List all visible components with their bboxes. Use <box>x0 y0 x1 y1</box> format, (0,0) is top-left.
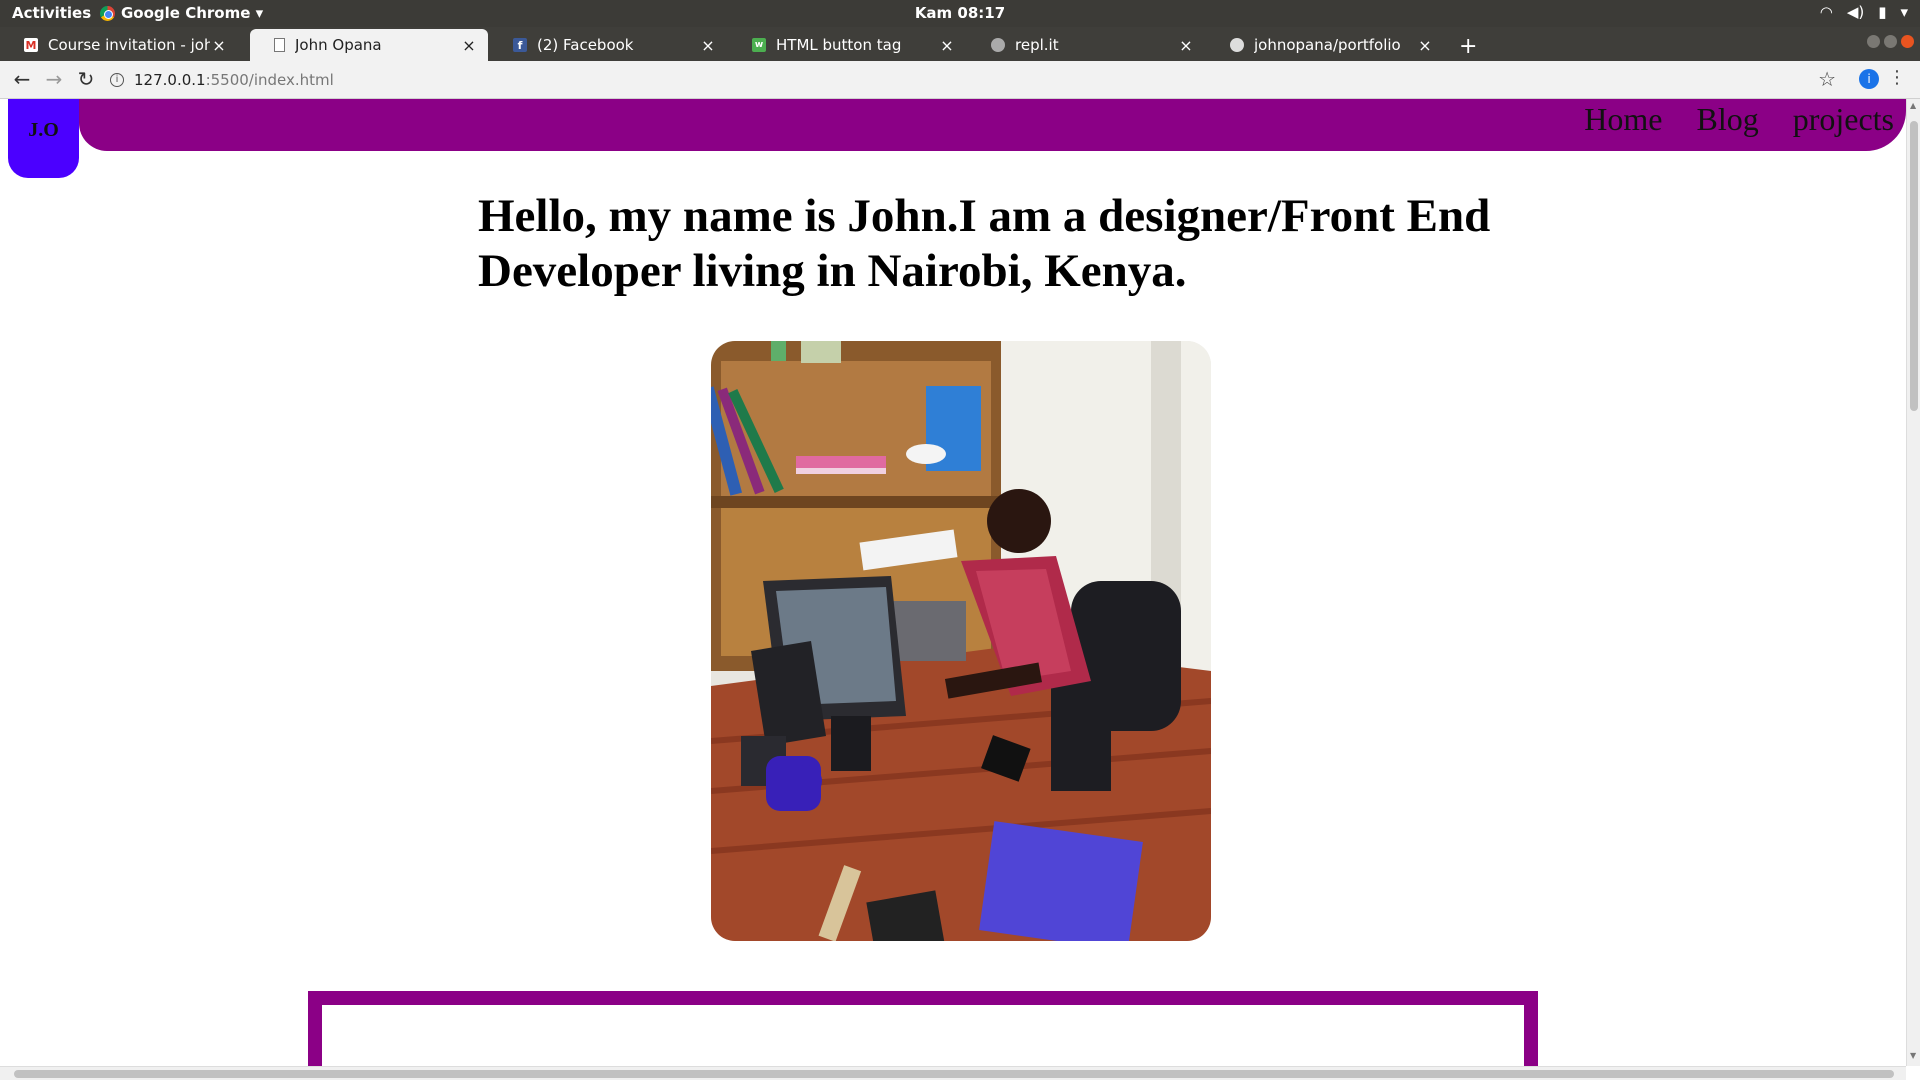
w3schools-icon: w <box>752 38 766 52</box>
replit-icon <box>991 38 1005 52</box>
tab-facebook[interactable]: f (2) Facebook × <box>489 29 727 61</box>
close-tab-icon[interactable]: × <box>938 36 956 55</box>
github-icon <box>1230 38 1244 52</box>
reload-icon[interactable]: ↻ <box>74 67 98 91</box>
tab-strip: M Course invitation - johnop × John Opan… <box>0 27 1920 61</box>
kebab-menu-icon[interactable]: ⋮ <box>1888 67 1906 88</box>
vertical-scroll-thumb[interactable] <box>1910 121 1918 411</box>
horizontal-scrollbar[interactable] <box>0 1066 1906 1080</box>
bookmark-star-icon[interactable]: ☆ <box>1818 67 1836 91</box>
window-controls <box>1867 35 1914 48</box>
content-card <box>308 991 1538 1066</box>
site-info-icon[interactable]: i <box>110 73 124 87</box>
clock[interactable]: Kam 08:17 <box>0 4 1920 22</box>
close-window-icon[interactable] <box>1901 35 1914 48</box>
close-tab-icon[interactable]: × <box>1177 36 1195 55</box>
power-menu-icon: ▾ <box>1900 3 1908 21</box>
system-tray[interactable]: ◠ ◀) ▮ ▾ <box>1820 3 1908 21</box>
site-logo[interactable]: J.O <box>8 99 79 178</box>
gmail-icon: M <box>24 38 38 52</box>
page-viewport: Home Blog projects J.O Hello, my name is… <box>0 99 1906 1066</box>
office-photo-illustration <box>711 341 1211 941</box>
url-host: 127.0.0.1 <box>134 71 206 89</box>
tab-john-opana[interactable]: John Opana × <box>250 29 488 61</box>
page-icon <box>274 38 285 52</box>
close-tab-icon[interactable]: × <box>460 36 478 55</box>
tab-title: johnopana/portfolio <box>1254 36 1401 54</box>
site-navbar: Home Blog projects <box>79 99 1906 151</box>
tab-replit[interactable]: repl.it × <box>967 29 1205 61</box>
tab-title: Course invitation - johnop <box>48 36 210 54</box>
tab-html-button-tag[interactable]: w HTML button tag × <box>728 29 966 61</box>
hero-title: Hello, my name is John.I am a designer/F… <box>478 190 1491 297</box>
back-arrow-icon[interactable]: ← <box>10 67 34 91</box>
horizontal-scroll-thumb[interactable] <box>14 1070 1894 1078</box>
new-tab-button[interactable]: + <box>1459 34 1477 59</box>
scroll-up-icon[interactable]: ▲ <box>1910 101 1916 110</box>
scroll-down-icon[interactable]: ▼ <box>1910 1051 1916 1060</box>
nav-link-projects[interactable]: projects <box>1793 101 1894 138</box>
url-path: :5500/index.html <box>205 71 334 89</box>
tab-title: John Opana <box>295 36 382 54</box>
facebook-icon: f <box>513 38 527 52</box>
profile-avatar[interactable]: i <box>1859 69 1879 89</box>
tab-title: (2) Facebook <box>537 36 634 54</box>
profile-photo <box>711 341 1211 941</box>
nav-link-blog[interactable]: Blog <box>1696 101 1758 138</box>
vertical-scrollbar[interactable]: ▲ ▼ <box>1906 99 1920 1066</box>
volume-icon: ◀) <box>1846 3 1865 21</box>
forward-arrow-icon[interactable]: → <box>42 67 66 91</box>
nav-link-home[interactable]: Home <box>1584 101 1662 138</box>
tab-title: HTML button tag <box>776 36 902 54</box>
close-tab-icon[interactable]: × <box>1416 36 1434 55</box>
close-tab-icon[interactable]: × <box>699 36 717 55</box>
system-top-bar: Activities Google Chrome ▾ Kam 08:17 ◠ ◀… <box>0 0 1920 27</box>
tab-github-portfolio[interactable]: johnopana/portfolio × <box>1206 29 1444 61</box>
browser-toolbar: ← → ↻ i 127.0.0.1:5500/index.html ☆ i ⋮ <box>0 61 1920 99</box>
close-tab-icon[interactable]: × <box>210 36 228 55</box>
site-nav-links: Home Blog projects <box>1584 101 1894 138</box>
tab-title: repl.it <box>1015 36 1059 54</box>
battery-icon: ▮ <box>1878 3 1887 21</box>
maximize-icon[interactable] <box>1884 35 1897 48</box>
address-bar[interactable]: i 127.0.0.1:5500/index.html <box>110 65 1810 95</box>
minimize-icon[interactable] <box>1867 35 1880 48</box>
tab-course-invitation[interactable]: M Course invitation - johnop × <box>0 29 238 61</box>
wifi-icon: ◠ <box>1819 3 1833 21</box>
